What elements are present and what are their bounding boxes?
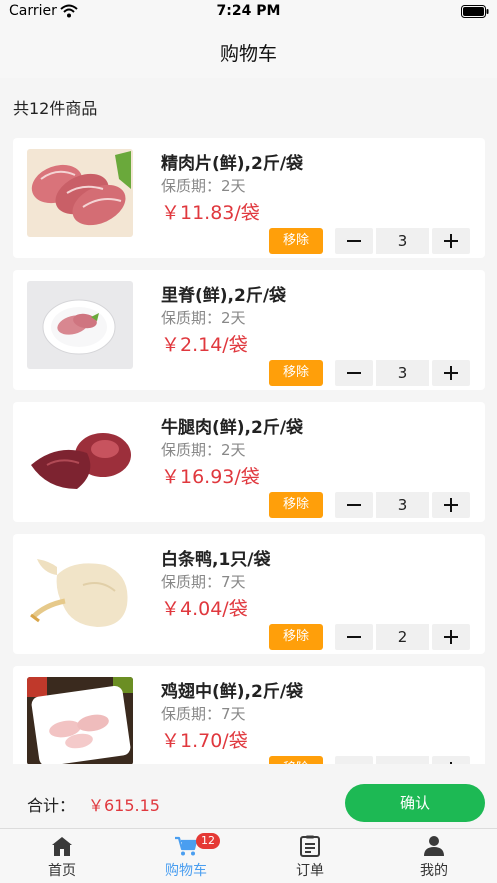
tab-home[interactable]: 首页 <box>0 829 124 883</box>
product-price: ￥2.14/袋 <box>161 334 248 356</box>
battery-icon <box>461 5 489 18</box>
navigation-bar: 购物车 <box>0 24 497 78</box>
quantity-value[interactable]: 2 <box>376 624 429 650</box>
shelf-life: 保质期：2天 <box>161 309 246 327</box>
status-bar: Carrier 7:24 PM <box>0 0 497 24</box>
quantity-stepper: 3 <box>335 360 472 386</box>
shelf-life: 保质期：2天 <box>161 441 246 459</box>
item-count: 共12件商品 <box>13 99 98 118</box>
product-name: 里脊(鲜),2斤/袋 <box>161 286 287 306</box>
total-label: 合计： <box>27 796 76 815</box>
product-price: ￥4.04/袋 <box>161 598 248 620</box>
quantity-value[interactable]: 3 <box>376 228 429 254</box>
quantity-stepper: 3 <box>335 228 472 254</box>
product-image-tenderloin <box>27 281 133 369</box>
remove-button[interactable]: 移除 <box>269 624 323 650</box>
quantity-value[interactable] <box>376 756 429 764</box>
product-price: ￥11.83/袋 <box>161 202 260 224</box>
confirm-button[interactable]: 确认 <box>345 784 485 822</box>
decrease-button[interactable] <box>335 756 373 764</box>
cart-badge: 12 <box>196 833 220 849</box>
shelf-life: 保质期：2天 <box>161 177 246 195</box>
increase-button[interactable] <box>432 360 470 386</box>
tab-orders[interactable]: 订单 <box>248 829 372 883</box>
status-time: 7:24 PM <box>216 3 281 19</box>
tab-label: 首页 <box>48 863 76 879</box>
decrease-button[interactable] <box>335 228 373 254</box>
cart-item: 鸡翅中(鲜),2斤/袋 保质期：7天 ￥1.70/袋 移除 <box>13 666 485 764</box>
product-name: 精肉片(鲜),2斤/袋 <box>161 154 304 174</box>
cart-item: 白条鸭,1只/袋 保质期：7天 ￥4.04/袋 移除 2 <box>13 534 485 654</box>
quantity-stepper: 2 <box>335 624 472 650</box>
product-image-pork-slices <box>27 149 133 237</box>
decrease-button[interactable] <box>335 360 373 386</box>
orders-icon <box>300 835 320 857</box>
remove-button[interactable]: 移除 <box>269 756 323 764</box>
tab-label: 订单 <box>296 863 324 879</box>
tab-cart[interactable]: 12 购物车 <box>124 829 248 883</box>
increase-button[interactable] <box>432 756 470 764</box>
quantity-value[interactable]: 3 <box>376 360 429 386</box>
remove-button[interactable]: 移除 <box>269 492 323 518</box>
increase-button[interactable] <box>432 492 470 518</box>
page-title: 购物车 <box>219 43 277 65</box>
product-name: 牛腿肉(鲜),2斤/袋 <box>161 418 304 438</box>
checkout-bar: 合计： ￥615.15 确认 <box>0 764 497 828</box>
decrease-button[interactable] <box>335 624 373 650</box>
tab-label: 购物车 <box>165 863 207 879</box>
product-image-chicken-wings <box>27 677 133 764</box>
decrease-button[interactable] <box>335 492 373 518</box>
product-name: 鸡翅中(鲜),2斤/袋 <box>161 682 304 702</box>
cart-item: 牛腿肉(鲜),2斤/袋 保质期：2天 ￥16.93/袋 移除 3 <box>13 402 485 522</box>
product-price: ￥1.70/袋 <box>161 730 248 752</box>
tab-bar: 首页 12 购物车 订单 我的 <box>0 828 497 883</box>
increase-button[interactable] <box>432 624 470 650</box>
product-image-whole-duck <box>27 545 133 633</box>
cart-list[interactable]: 精肉片(鲜),2斤/袋 保质期：2天 ￥11.83/袋 移除 3 里脊(鲜),2… <box>0 138 497 764</box>
product-price: ￥16.93/袋 <box>161 466 260 488</box>
quantity-stepper: 3 <box>335 492 472 518</box>
cart-icon <box>175 836 198 856</box>
cart-item: 精肉片(鲜),2斤/袋 保质期：2天 ￥11.83/袋 移除 3 <box>13 138 485 258</box>
increase-button[interactable] <box>432 228 470 254</box>
total-value: ￥615.15 <box>88 796 160 815</box>
cart-item: 里脊(鲜),2斤/袋 保质期：2天 ￥2.14/袋 移除 3 <box>13 270 485 390</box>
tab-label: 我的 <box>420 863 448 879</box>
profile-icon <box>424 836 444 856</box>
product-name: 白条鸭,1只/袋 <box>161 550 271 570</box>
home-icon <box>52 837 72 856</box>
tab-profile[interactable]: 我的 <box>372 829 496 883</box>
shelf-life: 保质期：7天 <box>161 573 246 591</box>
quantity-stepper <box>335 756 472 764</box>
shelf-life: 保质期：7天 <box>161 705 246 723</box>
remove-button[interactable]: 移除 <box>269 228 323 254</box>
remove-button[interactable]: 移除 <box>269 360 323 386</box>
quantity-value[interactable]: 3 <box>376 492 429 518</box>
product-image-beef-leg <box>27 413 133 501</box>
